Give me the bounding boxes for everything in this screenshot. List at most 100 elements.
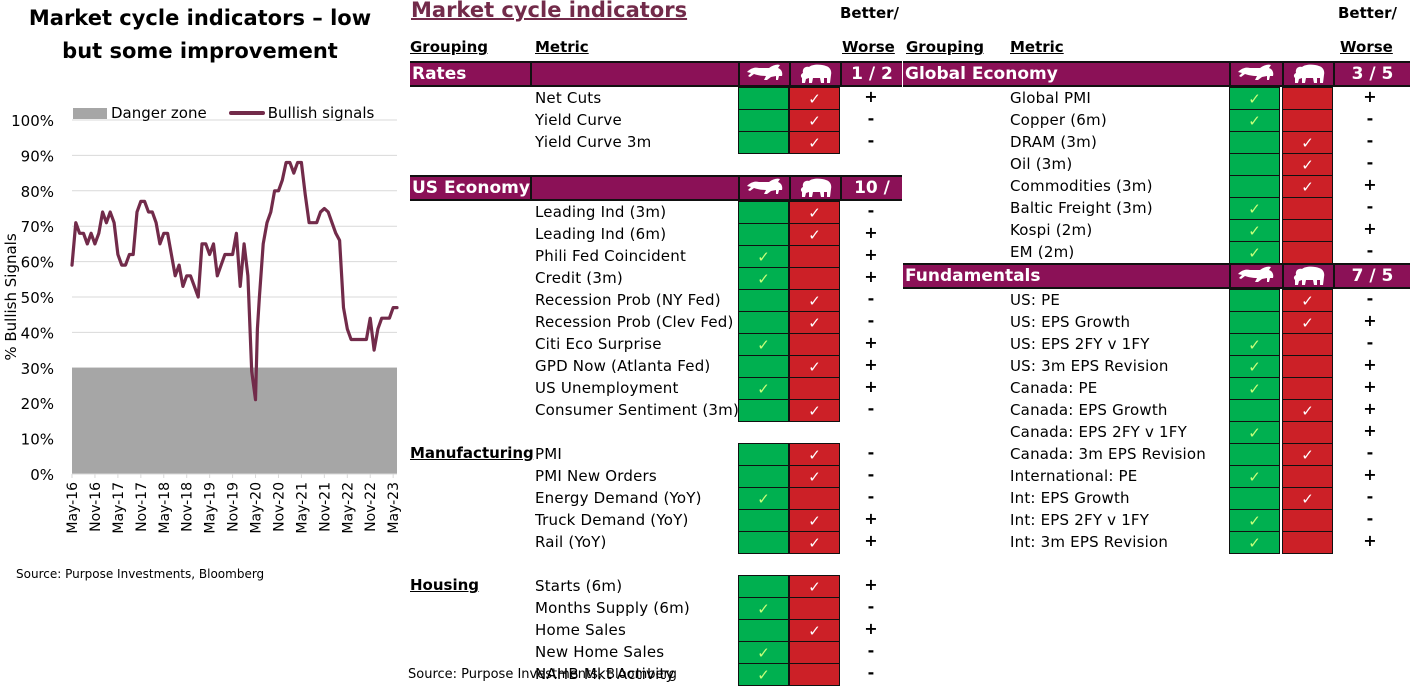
- metric-name: US: EPS Growth: [1010, 313, 1131, 331]
- indicator-row: Yield Curve 3m ✓ -: [535, 131, 886, 154]
- indicator-row: Net Cuts ✓ +: [535, 87, 886, 110]
- check-icon: ✓: [757, 489, 770, 508]
- better-worse-indicator: -: [1366, 109, 1374, 128]
- metric-name: Months Supply (6m): [535, 599, 690, 617]
- indicator-row: Rail (YoY) ✓ +: [535, 531, 886, 554]
- metric-name: Commodities (3m): [1010, 177, 1153, 195]
- x-tick-label: Nov-21: [317, 482, 333, 532]
- bullish-signals-chart: Market cycle indicators – low but some i…: [0, 0, 405, 688]
- indicator-row: Leading Ind (3m) ✓ -: [535, 201, 886, 224]
- bear-icon: [1282, 265, 1333, 287]
- bearish-cell: [1282, 87, 1333, 110]
- bullish-cell: [738, 355, 789, 378]
- bearish-cell: ✓: [1282, 443, 1333, 466]
- metric-name: Global PMI: [1010, 89, 1092, 107]
- check-icon: ✓: [1248, 511, 1261, 530]
- x-tick-label: May-21: [294, 482, 310, 534]
- indicator-row: Kospi (2m) ✓ +: [1010, 219, 1385, 242]
- bullish-cell: ✓: [1229, 109, 1280, 132]
- better-worse-indicator: -: [867, 311, 875, 330]
- check-icon: ✓: [808, 111, 821, 130]
- bullish-cell: ✓: [1229, 197, 1280, 220]
- bullish-cell: ✓: [738, 641, 789, 664]
- indicator-row: Leading Ind (6m) ✓ +: [535, 223, 886, 246]
- x-tick-label: May-18: [157, 482, 173, 534]
- col-header-grouping-right: Grouping: [906, 38, 984, 56]
- group-header-rates: Rates 1 / 2: [410, 61, 902, 87]
- better-worse-indicator: +: [864, 531, 878, 550]
- better-worse-indicator: -: [1366, 289, 1374, 308]
- bearish-cell: [1282, 109, 1333, 132]
- metric-name: US Unemployment: [535, 379, 679, 397]
- metric-name: PMI New Orders: [535, 467, 657, 485]
- better-worse-indicator: -: [1366, 487, 1374, 506]
- better-worse-indicator: +: [1363, 399, 1377, 418]
- bearish-cell: ✓: [789, 399, 840, 422]
- bullish-cell: ✓: [1229, 355, 1280, 378]
- better-worse-indicator: -: [1366, 509, 1374, 528]
- check-icon: ✓: [808, 533, 821, 552]
- bullish-cell: [738, 575, 789, 598]
- check-icon: ✓: [808, 621, 821, 640]
- indicator-row: Global PMI ✓ +: [1010, 87, 1385, 110]
- x-tick-label: May-19: [203, 482, 219, 534]
- bullish-cell: [738, 399, 789, 422]
- y-tick-label: 80%: [21, 183, 54, 201]
- check-icon: ✓: [1301, 177, 1314, 196]
- check-icon: ✓: [1248, 357, 1261, 376]
- group-label-manufacturing: Manufacturing: [410, 444, 534, 462]
- bullish-cell: ✓: [738, 663, 789, 686]
- bullish-cell: ✓: [1229, 333, 1280, 356]
- col-header-metric-left: Metric: [535, 38, 589, 56]
- check-icon: ✓: [1248, 243, 1261, 262]
- bearish-cell: ✓: [789, 201, 840, 224]
- indicator-row: Starts (6m) ✓ +: [535, 575, 886, 598]
- check-icon: ✓: [1301, 155, 1314, 174]
- indicator-row: Credit (3m) ✓ +: [535, 267, 886, 290]
- x-tick-label: May-23: [386, 482, 402, 534]
- better-label-right: Better/: [1338, 4, 1397, 22]
- legend-danger-zone: Danger zone: [111, 104, 207, 122]
- indicator-row: US Unemployment ✓ +: [535, 377, 886, 400]
- indicator-row: Yield Curve ✓ -: [535, 109, 886, 132]
- bearish-cell: [1282, 241, 1333, 264]
- indicator-row: Months Supply (6m) ✓ -: [535, 597, 886, 620]
- metric-name: Rail (YoY): [535, 533, 607, 551]
- better-worse-indicator: +: [864, 333, 878, 352]
- x-tick-label: May-17: [111, 482, 127, 534]
- chart-legend: Danger zone Bullish signals: [73, 104, 374, 122]
- indicator-row: Canada: 3m EPS Revision ✓ -: [1010, 443, 1385, 466]
- bullish-cell: [1229, 289, 1280, 312]
- bullish-cell: ✓: [1229, 219, 1280, 242]
- metric-name: Int: EPS Growth: [1010, 489, 1130, 507]
- bearish-cell: ✓: [789, 355, 840, 378]
- bullish-cell: [1229, 131, 1280, 154]
- bullish-cell: ✓: [1229, 241, 1280, 264]
- indicator-row: Canada: EPS Growth ✓ +: [1010, 399, 1385, 422]
- bearish-cell: [789, 377, 840, 400]
- metric-name: Leading Ind (3m): [535, 203, 667, 221]
- x-tick-label: May-22: [340, 482, 356, 534]
- bullish-cell: [738, 465, 789, 488]
- bullish-cell: [738, 531, 789, 554]
- indicator-row: US: EPS 2FY v 1FY ✓ -: [1010, 333, 1385, 356]
- y-tick-label: 70%: [21, 218, 54, 236]
- bullish-cell: ✓: [1229, 377, 1280, 400]
- check-icon: ✓: [808, 357, 821, 376]
- metric-name: Canada: EPS 2FY v 1FY: [1010, 423, 1187, 441]
- indicator-row: EM (2m) ✓ -: [1010, 241, 1385, 264]
- bearish-cell: ✓: [789, 443, 840, 466]
- check-icon: ✓: [757, 599, 770, 618]
- better-worse-indicator: -: [867, 663, 875, 682]
- better-worse-indicator: -: [867, 131, 875, 150]
- metric-name: Recession Prob (Clev Fed): [535, 313, 734, 331]
- bullish-cell: [738, 443, 789, 466]
- bearish-cell: [789, 487, 840, 510]
- bearish-cell: [789, 641, 840, 664]
- bullish-cell: [1229, 175, 1280, 198]
- bearish-cell: [1282, 465, 1333, 488]
- better-worse-indicator: -: [867, 487, 875, 506]
- bearish-cell: [1282, 509, 1333, 532]
- check-icon: ✓: [1301, 133, 1314, 152]
- better-worse-indicator: -: [1366, 443, 1374, 462]
